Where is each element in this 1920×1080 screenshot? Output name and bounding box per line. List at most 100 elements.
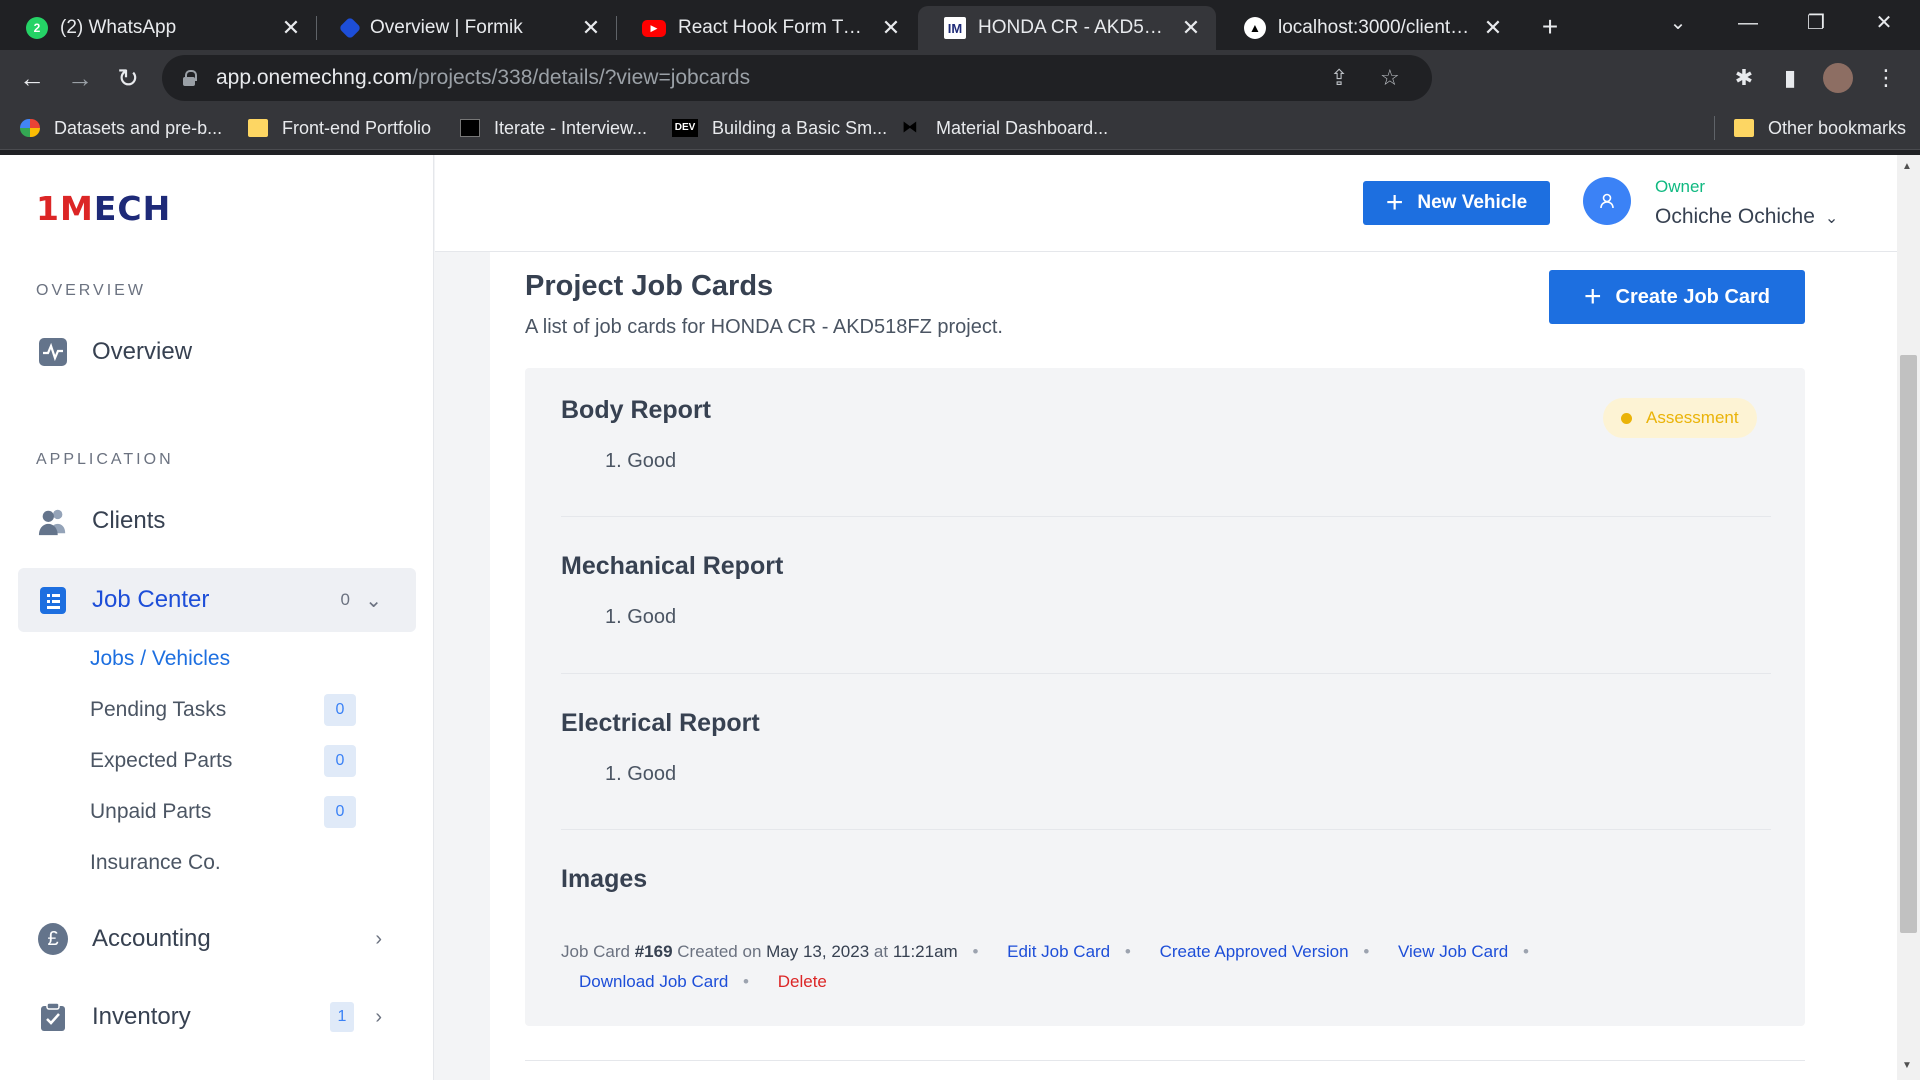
close-window-icon[interactable]: ✕ <box>1862 6 1906 40</box>
bookmark-datasets[interactable]: Datasets and pre-b... <box>20 114 222 142</box>
share-icon[interactable]: ⇪ <box>1330 65 1348 91</box>
sidebar-item-accounting[interactable]: £ Accounting › <box>18 907 416 971</box>
bookmark-label: Building a Basic Sm... <box>712 117 888 138</box>
sidebar-subitem-insurance[interactable]: Insurance Co. <box>90 851 221 875</box>
bookmark-label: Other bookmarks <box>1768 117 1907 138</box>
job-card-number: #169 <box>634 942 673 961</box>
tab-search-icon[interactable]: ⌄ <box>1656 6 1700 40</box>
sidebar-item-label: Overview <box>92 338 193 365</box>
imech-logo[interactable]: 1MECH <box>36 189 171 228</box>
divider <box>561 516 1771 517</box>
status-dot <box>1621 412 1632 424</box>
sidebar-item-label: Job Center <box>92 586 210 613</box>
url-host: app.onemechng.com <box>216 66 413 89</box>
whatsapp-icon: 2 <box>26 17 48 39</box>
back-icon[interactable]: ← <box>16 62 48 94</box>
minimize-icon[interactable]: — <box>1726 6 1770 40</box>
browser-chrome: 2 (2) WhatsApp ✕ Overview | Formik ✕ ▶ R… <box>0 0 1920 155</box>
close-tab-icon[interactable]: ✕ <box>580 15 602 41</box>
bookmark-material-dashboard[interactable]: ⧓ Material Dashboard... <box>902 114 1108 142</box>
section-title-overview: OVERVIEW <box>36 282 146 299</box>
clipboard-check-icon <box>38 1002 68 1032</box>
user-icon <box>1600 193 1614 209</box>
plus-icon: + <box>1385 186 1404 219</box>
folder-icon <box>248 119 268 137</box>
bookmark-label: Datasets and pre-b... <box>54 117 223 138</box>
side-panel-icon[interactable]: ▮ <box>1774 62 1806 94</box>
user-avatar[interactable] <box>1583 177 1631 225</box>
bookmark-other[interactable]: Other bookmarks <box>1734 114 1906 142</box>
tab-whatsapp[interactable]: 2 (2) WhatsApp ✕ <box>0 6 316 50</box>
chevron-down-icon[interactable]: ⌄ <box>365 588 382 613</box>
plus-icon: + <box>1583 280 1602 313</box>
sidebar-item-clients[interactable]: Clients <box>18 489 416 553</box>
tab-title: localhost:3000/clientsDet <box>1278 17 1472 38</box>
profile-avatar[interactable] <box>1822 62 1854 94</box>
tab-honda[interactable]: IM HONDA CR - AKD518FZ | ✕ <box>918 6 1216 50</box>
bookmark-building-basic[interactable]: DEV Building a Basic Sm... <box>672 114 887 142</box>
bookmark-iterate[interactable]: Iterate - Interview... <box>460 114 647 142</box>
tab-react-hook-form[interactable]: ▶ React Hook Form Tutorial ✕ <box>616 6 916 50</box>
new-vehicle-button[interactable]: + New Vehicle <box>1363 181 1550 225</box>
address-bar[interactable]: app.onemechng.com/projects/338/details/?… <box>162 55 1432 101</box>
sidebar-subitem-unpaid-parts[interactable]: Unpaid Parts <box>90 800 211 824</box>
page-content: 1MECH OVERVIEW Overview APPLICATION Clie… <box>0 155 1920 1080</box>
sidebar-item-overview[interactable]: Overview <box>18 320 416 384</box>
sidebar-item-label: Clients <box>92 507 166 534</box>
sidebar-subitem-expected-parts[interactable]: Expected Parts <box>90 749 232 773</box>
report-heading: Mechanical Report <box>561 552 784 580</box>
chevron-right-icon[interactable]: › <box>375 1006 382 1029</box>
close-tab-icon[interactable]: ✕ <box>880 15 902 41</box>
tab-strip: 2 (2) WhatsApp ✕ Overview | Formik ✕ ▶ R… <box>0 0 1920 50</box>
close-tab-icon[interactable]: ✕ <box>280 15 302 41</box>
restore-icon[interactable]: ❐ <box>1794 6 1838 40</box>
sidebar-item-job-center[interactable]: Job Center 0 ⌄ <box>18 568 416 632</box>
new-tab-button[interactable]: + <box>1534 12 1566 44</box>
scroll-up-icon[interactable]: ▲ <box>1902 161 1912 172</box>
imech-icon: IM <box>944 17 966 39</box>
pending-tasks-badge: 0 <box>324 694 356 726</box>
sidebar-item-inventory[interactable]: Inventory 1 › <box>18 985 416 1049</box>
create-job-card-button[interactable]: + Create Job Card <box>1549 270 1805 324</box>
sidebar-subitem-pending-tasks[interactable]: Pending Tasks <box>90 698 226 722</box>
formik-icon <box>338 16 362 40</box>
scrollbar[interactable]: ▲ ▼ <box>1897 155 1920 1080</box>
chevron-right-icon[interactable]: › <box>375 928 382 951</box>
job-center-count: 0 <box>340 590 350 609</box>
main-card: Project Job Cards A list of job cards fo… <box>490 252 1897 1080</box>
tab-localhost[interactable]: ▲ localhost:3000/clientsDet ✕ <box>1218 6 1518 50</box>
bookmark-label: Iterate - Interview... <box>494 117 648 138</box>
google-cloud-icon <box>20 119 40 137</box>
tab-title: Overview | Formik <box>370 17 523 38</box>
dev-icon: DEV <box>672 119 698 137</box>
job-card-actions: Download Job Card • Delete <box>579 972 827 991</box>
bookmarks-bar: Datasets and pre-b... Front-end Portfoli… <box>0 106 1920 150</box>
bookmark-frontend-portfolio[interactable]: Front-end Portfolio <box>248 114 431 142</box>
delete-link[interactable]: Delete <box>778 972 827 991</box>
scrollbar-thumb[interactable] <box>1900 355 1917 933</box>
download-job-card-link[interactable]: Download Job Card <box>579 972 728 991</box>
create-approved-version-link[interactable]: Create Approved Version <box>1160 942 1349 961</box>
lock-icon <box>182 70 197 86</box>
report-item: 1. Good <box>605 450 677 472</box>
bookmark-star-icon[interactable]: ☆ <box>1380 65 1400 91</box>
bookmark-label: Front-end Portfolio <box>282 117 432 138</box>
tab-formik[interactable]: Overview | Formik ✕ <box>316 6 616 50</box>
scroll-down-icon[interactable]: ▼ <box>1902 1060 1912 1071</box>
report-item: 1. Good <box>605 606 677 628</box>
edit-job-card-link[interactable]: Edit Job Card <box>1007 942 1110 961</box>
view-job-card-link[interactable]: View Job Card <box>1398 942 1508 961</box>
status-badge: Assessment <box>1603 398 1757 438</box>
users-icon <box>38 506 68 536</box>
close-tab-icon[interactable]: ✕ <box>1482 15 1504 41</box>
forward-icon[interactable]: → <box>64 62 96 94</box>
youtube-icon: ▶ <box>642 19 666 37</box>
close-tab-icon[interactable]: ✕ <box>1180 15 1202 41</box>
sidebar-subitem-jobs-vehicles[interactable]: Jobs / Vehicles <box>90 647 230 671</box>
pound-icon: £ <box>38 923 68 955</box>
extensions-icon[interactable]: ✱ <box>1728 62 1760 94</box>
reload-icon[interactable]: ↻ <box>112 62 144 94</box>
menu-icon[interactable]: ⋮ <box>1870 62 1902 94</box>
tab-title: React Hook Form Tutorial <box>678 17 870 38</box>
user-menu[interactable]: Ochiche Ochiche ⌄ <box>1655 205 1838 229</box>
